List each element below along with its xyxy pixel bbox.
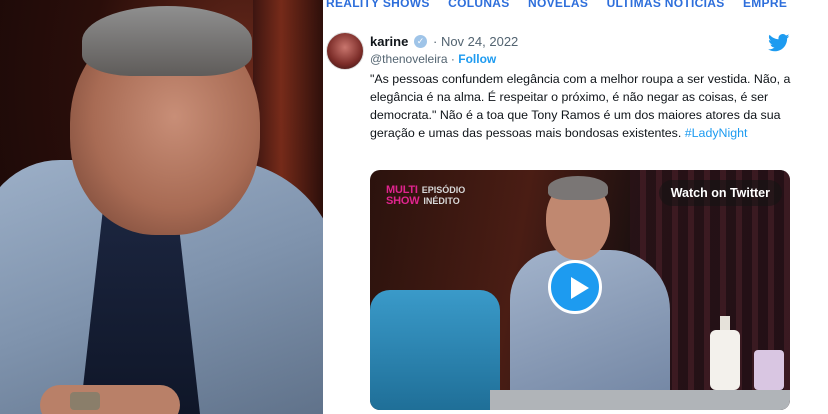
- video-thumbnail[interactable]: MULTI EPISÓDIO SHOW INÉDITO Watch on Twitt…: [370, 170, 790, 410]
- photo-left: [0, 0, 323, 414]
- twitter-bird-icon[interactable]: [768, 34, 790, 52]
- nav-item-novelas[interactable]: NOVELAS: [528, 0, 588, 10]
- nav-item-reality-shows[interactable]: REALITY SHOWS: [326, 0, 430, 10]
- logo-inedito: INÉDITO: [423, 196, 460, 206]
- follow-link[interactable]: Follow: [458, 52, 496, 66]
- tweet-date[interactable]: · Nov 24, 2022: [433, 34, 518, 49]
- hashtag-link[interactable]: #LadyNight: [685, 126, 748, 140]
- guest-hair: [548, 176, 608, 200]
- hand: [40, 385, 180, 414]
- hair: [82, 6, 252, 76]
- play-icon[interactable]: [548, 260, 602, 314]
- author-handle[interactable]: @thenoveleira: [370, 52, 448, 66]
- verified-badge-icon: ✓: [414, 35, 427, 48]
- logo-show: SHOW: [386, 195, 420, 207]
- author-handle-line: @thenoveleira · Follow: [370, 52, 496, 66]
- sofa: [370, 290, 500, 410]
- watch-on-twitter-button[interactable]: Watch on Twitter: [658, 180, 782, 206]
- embedded-tweet: karine ✓ · Nov 24, 2022 @thenoveleira · …: [326, 26, 820, 414]
- bottle: [710, 330, 740, 390]
- nav-item-empre[interactable]: EMPRE: [743, 0, 787, 10]
- article-panel: REALITY SHOWS COLUNAS NOVELAS ÚLTIMAS NO…: [326, 0, 828, 414]
- cup: [754, 350, 784, 390]
- tweet-text: "As pessoas confundem elegância com a me…: [370, 70, 796, 142]
- handle-separator: ·: [447, 52, 459, 66]
- table: [490, 390, 790, 410]
- logo-episodio: EPISÓDIO: [421, 185, 466, 195]
- channel-logo: MULTI EPISÓDIO SHOW INÉDITO: [386, 184, 466, 207]
- author-name[interactable]: karine: [370, 34, 408, 49]
- wristwatch: [70, 392, 100, 410]
- nav-item-colunas[interactable]: COLUNAS: [448, 0, 509, 10]
- nav-item-ultimas-noticias[interactable]: ÚLTIMAS NOTÍCIAS: [607, 0, 725, 10]
- site-nav: REALITY SHOWS COLUNAS NOVELAS ÚLTIMAS NO…: [326, 0, 801, 10]
- avatar[interactable]: [326, 32, 364, 70]
